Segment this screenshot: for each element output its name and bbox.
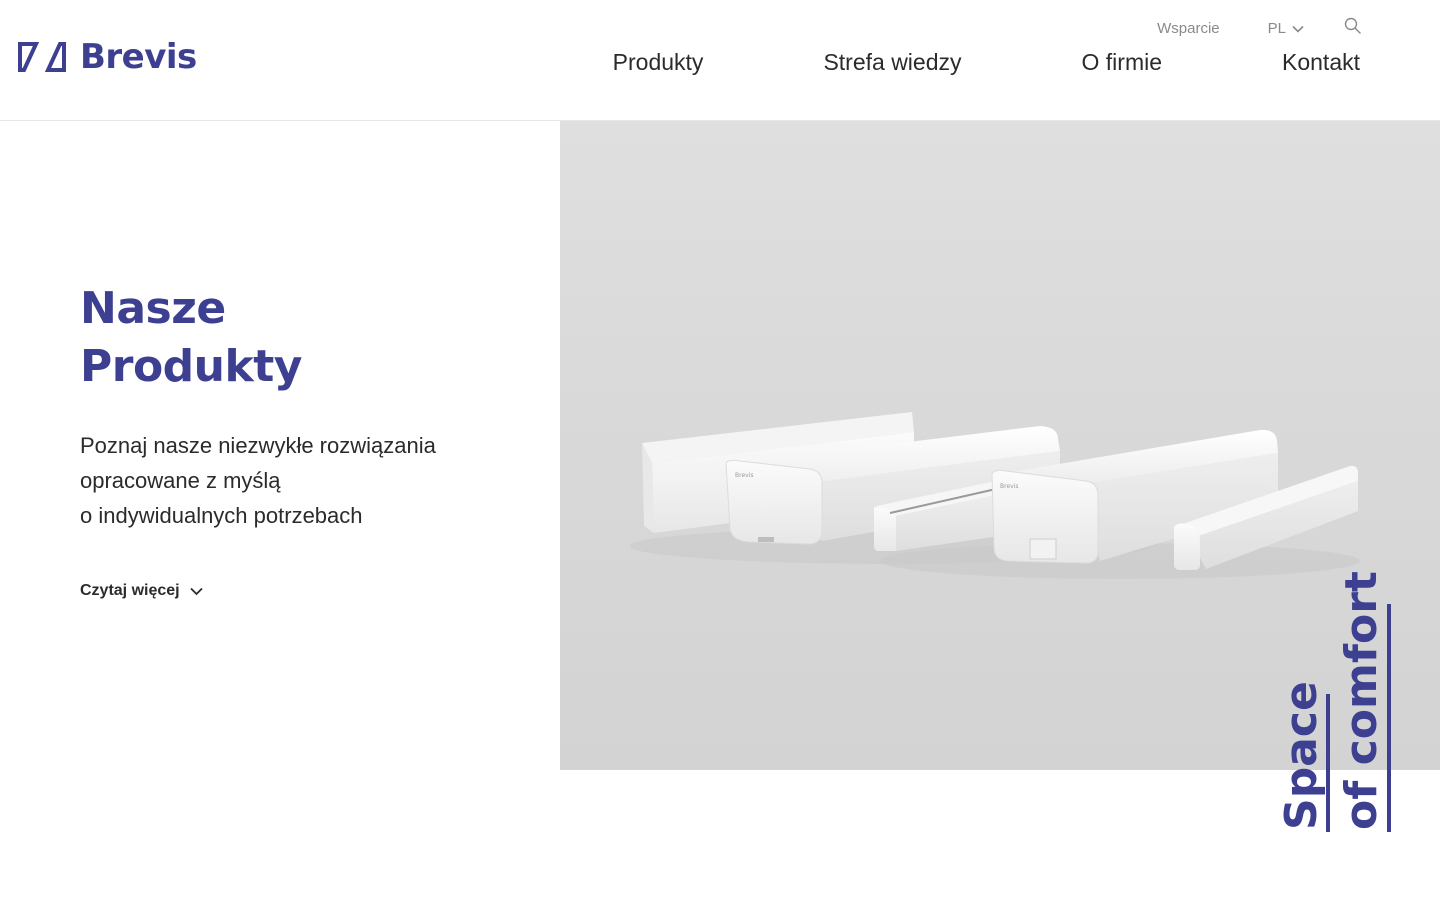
language-selector[interactable]: PL	[1268, 20, 1304, 37]
slogan-bar-1	[1326, 694, 1330, 832]
nav-item-products[interactable]: Produkty	[613, 49, 704, 76]
description-line-2: opracowane z myślą	[80, 468, 281, 493]
description-line-3: o indywidualnych potrzebach	[80, 503, 363, 528]
title-line-2: Produkty	[80, 341, 302, 392]
chevron-down-icon	[1292, 25, 1304, 33]
hero-description: Poznaj nasze niezwykłe rozwiązania oprac…	[80, 428, 520, 533]
nav-item-knowledge-zone[interactable]: Strefa wiedzy	[823, 49, 961, 76]
product-label-left: Brevis	[735, 472, 754, 479]
page-title: Nasze Produkty	[80, 280, 302, 396]
nav-item-about[interactable]: O firmie	[1082, 49, 1163, 76]
search-icon[interactable]	[1344, 17, 1362, 35]
site-header: Brevis Wsparcie PL Produkty Strefa wiedz…	[0, 0, 1440, 121]
slogan-bar-2	[1387, 604, 1391, 832]
description-line-1: Poznaj nasze niezwykłe rozwiązania	[80, 433, 436, 458]
chevron-down-icon	[189, 587, 203, 595]
slogan-line-2: of comfort	[1336, 571, 1387, 830]
support-link[interactable]: Wsparcie	[1157, 20, 1220, 37]
read-more-label: Czytaj więcej	[80, 582, 180, 599]
utility-bar: Wsparcie PL	[1157, 17, 1362, 37]
slogan-space-of-comfort: Space of comfort	[1276, 571, 1392, 832]
read-more-button[interactable]: Czytaj więcej	[80, 582, 203, 600]
product-label-right: Brevis	[1000, 483, 1019, 490]
language-label: PL	[1267, 20, 1286, 37]
title-line-1: Nasze	[80, 283, 226, 334]
main-nav: Produkty Strefa wiedzy O firmie Kontakt	[613, 49, 1360, 76]
slogan-line-1: Space	[1276, 681, 1327, 830]
brevis-logo[interactable]: Brevis	[18, 40, 197, 74]
brevis-logo-icon	[18, 42, 66, 72]
nav-item-contact[interactable]: Kontakt	[1282, 49, 1360, 76]
logo-wordmark: Brevis	[80, 37, 197, 77]
